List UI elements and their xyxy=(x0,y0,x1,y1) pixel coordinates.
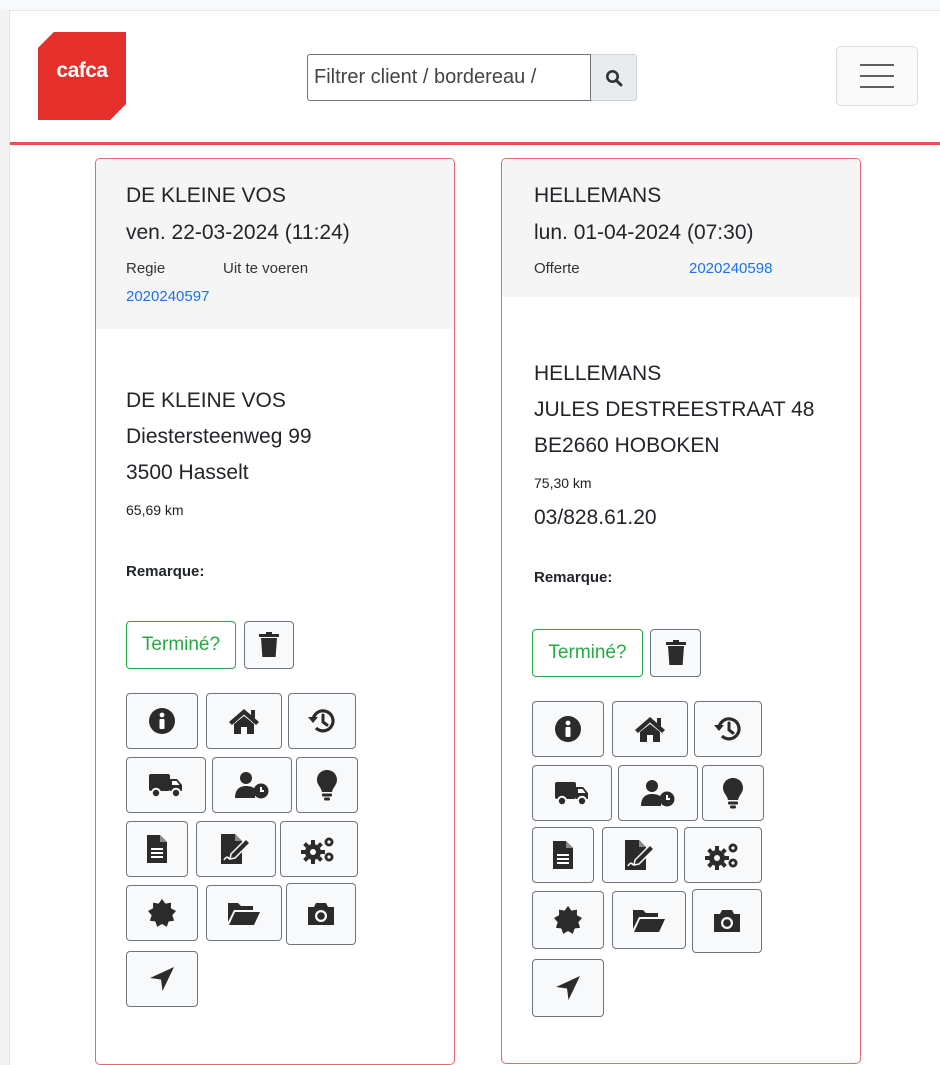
job-date: lun. 01-04-2024 (07:30) xyxy=(534,221,754,244)
camera-button[interactable] xyxy=(692,889,762,953)
signature-icon xyxy=(221,834,252,864)
document-icon xyxy=(553,841,573,869)
certificate-button[interactable] xyxy=(126,885,198,941)
folder-open-icon xyxy=(228,903,260,925)
delivery-button[interactable] xyxy=(532,765,612,821)
camera-button[interactable] xyxy=(286,883,356,945)
home-icon xyxy=(229,709,259,734)
signature-button[interactable] xyxy=(602,827,678,883)
settings-button[interactable] xyxy=(684,827,762,883)
job-status: Uit te voeren xyxy=(223,260,309,277)
history-button[interactable] xyxy=(288,693,356,749)
user-clock-icon xyxy=(235,772,269,799)
delete-button[interactable] xyxy=(244,621,294,669)
history-button[interactable] xyxy=(694,701,762,757)
card-header: HELLEMANS lun. 01-04-2024 (07:30) Offert… xyxy=(502,159,860,297)
user-clock-button[interactable] xyxy=(212,757,292,813)
client-name: DE KLEINE VOS xyxy=(126,389,286,412)
address-line1: Diestersteenweg 99 xyxy=(126,425,312,448)
cogs-icon xyxy=(301,837,334,864)
location-arrow-icon xyxy=(556,976,580,1000)
distance: 75,30 km xyxy=(534,475,592,491)
lightbulb-icon xyxy=(723,778,743,809)
home-button[interactable] xyxy=(612,701,688,757)
termine-button[interactable]: Terminé? xyxy=(126,621,236,669)
client-title: DE KLEINE VOS xyxy=(126,184,286,207)
folder-open-icon xyxy=(633,910,665,932)
browser-left-edge xyxy=(0,10,10,1065)
menu-toggle-button[interactable] xyxy=(836,46,918,106)
camera-icon xyxy=(714,910,740,932)
home-button[interactable] xyxy=(206,693,282,749)
job-card: DE KLEINE VOS ven. 22-03-2024 (11:24) Re… xyxy=(95,158,455,1065)
navbar: cafca xyxy=(10,11,940,145)
cafca-logo[interactable]: cafca xyxy=(38,32,126,120)
signature-icon xyxy=(625,840,656,870)
camera-icon xyxy=(308,903,334,925)
delivery-button[interactable] xyxy=(126,757,206,813)
address-line1: JULES DESTREESTRAAT 48 xyxy=(534,398,815,421)
info-button[interactable] xyxy=(532,701,604,757)
navigation-button[interactable] xyxy=(532,959,604,1017)
job-date: ven. 22-03-2024 (11:24) xyxy=(126,221,350,244)
termine-button[interactable]: Terminé? xyxy=(532,629,643,677)
hamburger-icon xyxy=(860,64,894,66)
logo-text: cafca xyxy=(56,59,108,82)
job-type: Offerte xyxy=(534,260,580,277)
remark-label: Remarque: xyxy=(126,563,205,580)
user-clock-button[interactable] xyxy=(618,765,698,821)
document-button[interactable] xyxy=(126,821,188,877)
user-clock-icon xyxy=(641,780,675,807)
document-button[interactable] xyxy=(532,827,594,883)
folder-button[interactable] xyxy=(612,891,686,949)
folder-button[interactable] xyxy=(206,885,282,941)
certificate-button[interactable] xyxy=(532,891,604,949)
lightbulb-icon xyxy=(317,770,337,801)
signature-button[interactable] xyxy=(196,821,276,877)
location-arrow-icon xyxy=(150,967,174,991)
remark-label: Remarque: xyxy=(534,569,613,586)
history-icon xyxy=(308,709,335,733)
truck-icon xyxy=(555,782,588,807)
search-input[interactable] xyxy=(307,54,591,101)
browser-top-edge xyxy=(0,0,940,11)
tips-button[interactable] xyxy=(702,765,764,821)
info-icon xyxy=(149,708,175,734)
settings-button[interactable] xyxy=(280,821,358,877)
cogs-icon xyxy=(705,843,738,870)
info-icon xyxy=(555,716,581,742)
home-icon xyxy=(635,717,665,742)
navigation-button[interactable] xyxy=(126,951,198,1007)
history-icon xyxy=(714,717,741,741)
delete-button[interactable] xyxy=(650,629,701,677)
document-icon xyxy=(147,835,167,863)
client-title: HELLEMANS xyxy=(534,184,662,207)
job-reference-link[interactable]: 2020240597 xyxy=(126,288,209,305)
search-button[interactable] xyxy=(591,54,637,101)
trash-icon xyxy=(259,632,279,657)
job-card: HELLEMANS lun. 01-04-2024 (07:30) Offert… xyxy=(501,158,861,1064)
address-line2: 3500 Hasselt xyxy=(126,461,249,484)
info-button[interactable] xyxy=(126,693,198,749)
job-type: Regie xyxy=(126,260,166,277)
distance: 65,69 km xyxy=(126,502,184,518)
search-icon xyxy=(605,69,622,86)
job-reference-link[interactable]: 2020240598 xyxy=(689,260,772,277)
client-name: HELLEMANS xyxy=(534,362,662,385)
trash-icon xyxy=(665,640,686,665)
phone-number[interactable]: 03/828.61.20 xyxy=(534,506,657,530)
truck-icon xyxy=(149,774,182,799)
search-group xyxy=(307,54,637,101)
tips-button[interactable] xyxy=(296,757,358,813)
card-header: DE KLEINE VOS ven. 22-03-2024 (11:24) Re… xyxy=(96,159,454,329)
certificate-icon xyxy=(148,899,176,927)
address-line2: BE2660 HOBOKEN xyxy=(534,434,720,457)
certificate-icon xyxy=(554,906,582,934)
